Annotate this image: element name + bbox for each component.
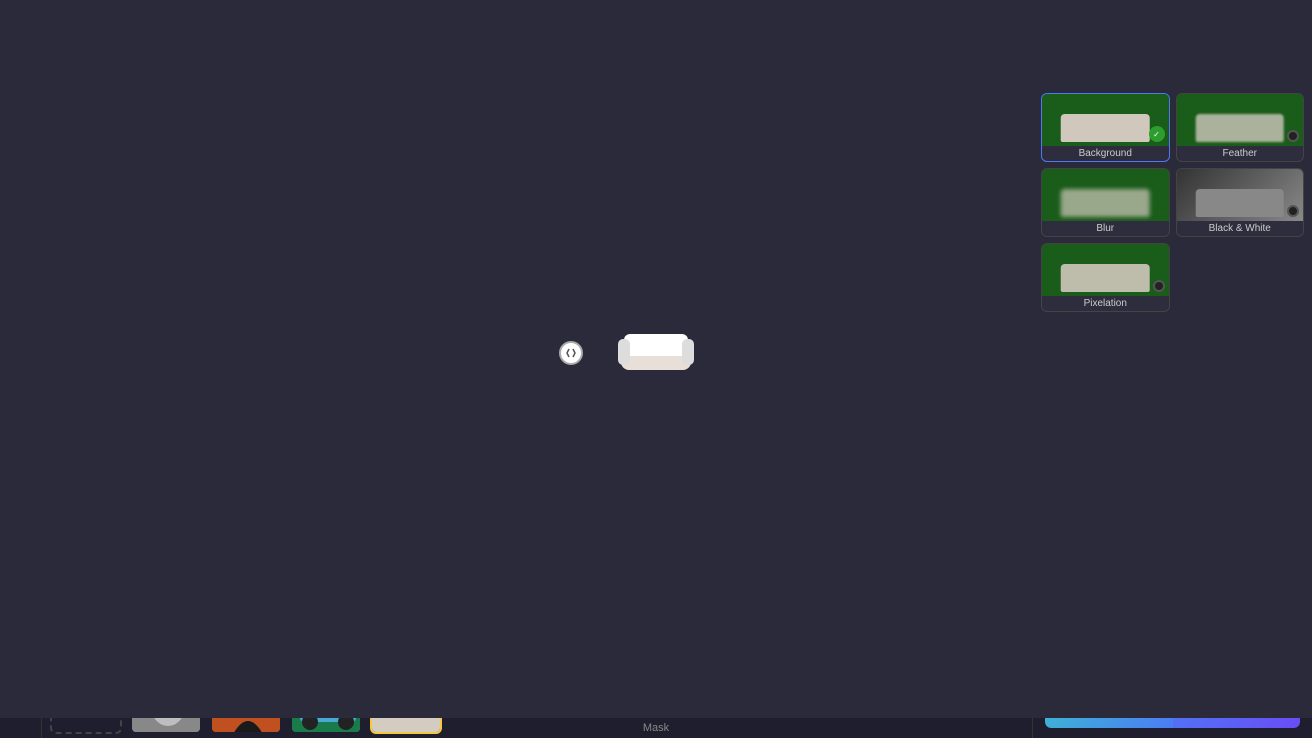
effect-blur-name: Blur (1042, 221, 1169, 236)
preview-area: RGBA (1033, 32, 1312, 63)
feather-dot (1287, 130, 1299, 142)
effect-feather-thumb (1177, 94, 1304, 146)
effect-pixelation[interactable]: Pixelation (1041, 243, 1170, 312)
blur-sofa (1061, 189, 1150, 217)
bw-sofa (1195, 189, 1284, 217)
preview-secondary: Mask (1212, 32, 1312, 62)
split-handle[interactable] (559, 341, 583, 365)
effect-pixelation-name: Pixelation (1042, 296, 1169, 311)
effect-background-name: Background (1042, 146, 1169, 161)
effect-bw-thumb (1177, 169, 1304, 221)
effect-blur[interactable]: Blur (1041, 168, 1170, 237)
effect-blur-thumb (1042, 169, 1169, 221)
pixelation-dot (1153, 280, 1165, 292)
effect-bw-name: Black & White (1177, 221, 1304, 236)
split-handle-icon (565, 347, 577, 359)
background-sofa (1061, 114, 1150, 142)
feather-sofa (1195, 114, 1284, 142)
effect-feather[interactable]: Feather (1176, 93, 1305, 162)
background-check: ✓ (1149, 126, 1165, 142)
effect-background-thumb: ✓ (1042, 94, 1169, 146)
pixelation-sofa (1061, 264, 1150, 292)
effect-bw[interactable]: Black & White (1176, 168, 1305, 237)
effect-feather-name: Feather (1177, 146, 1304, 161)
right-panel: RGBA (1032, 32, 1312, 738)
effect-pixelation-thumb (1042, 244, 1169, 296)
bw-dot (1287, 205, 1299, 217)
app-body: ⊕ ↩ ↪ ⊙ (0, 32, 1312, 738)
effect-background[interactable]: ✓ Background (1041, 93, 1170, 162)
